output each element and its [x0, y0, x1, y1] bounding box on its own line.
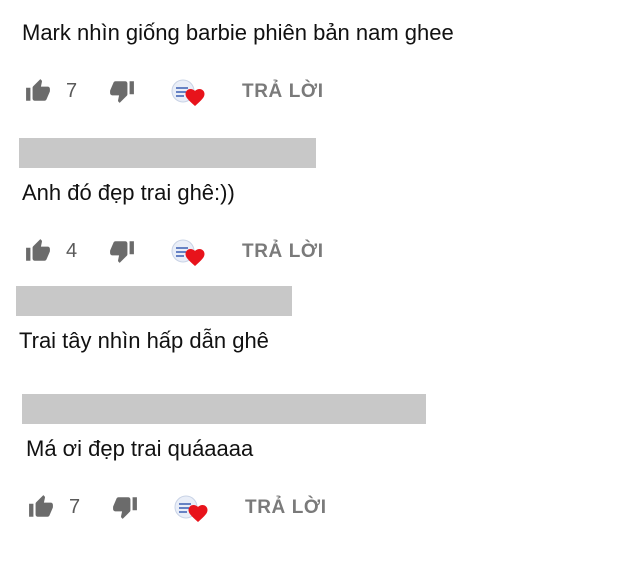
comment-actions: 7 TRẢ LỜI — [23, 492, 383, 522]
reply-button[interactable]: TRẢ LỜI — [242, 240, 324, 264]
like-count: 7 — [66, 80, 78, 102]
reply-button[interactable]: TRẢ LỜI — [245, 496, 327, 520]
thumb-up-icon[interactable] — [24, 238, 52, 264]
reply-button[interactable]: TRẢ LỜI — [242, 80, 324, 104]
heart-icon — [185, 249, 205, 266]
comment-text: Trai tây nhìn hấp dẫn ghê — [19, 328, 269, 353]
comment-actions: 4 TRẢ LỜI — [20, 236, 380, 266]
creator-heart-badge — [170, 238, 206, 268]
creator-heart-badge — [173, 494, 209, 524]
comment-text: Anh đó đẹp trai ghê:)) — [22, 180, 235, 205]
heart-icon — [188, 505, 208, 522]
thumb-up-icon[interactable] — [24, 78, 52, 104]
like-count: 4 — [66, 240, 78, 262]
thumb-down-icon[interactable] — [108, 78, 136, 104]
redacted-username — [16, 286, 292, 316]
thumb-up-icon[interactable] — [27, 494, 55, 520]
comment-actions: 7 TRẢ LỜI — [20, 76, 380, 106]
redacted-username — [19, 138, 316, 168]
comment-text: Má ơi đẹp trai quáaaaa — [26, 436, 254, 461]
thumb-down-icon[interactable] — [108, 238, 136, 264]
like-count: 7 — [69, 496, 81, 518]
comment-text: Mark nhìn giống barbie phiên bản nam ghe… — [22, 20, 454, 45]
creator-heart-badge — [170, 78, 206, 108]
thumb-down-icon[interactable] — [111, 494, 139, 520]
heart-icon — [185, 89, 205, 106]
redacted-username — [22, 394, 426, 424]
